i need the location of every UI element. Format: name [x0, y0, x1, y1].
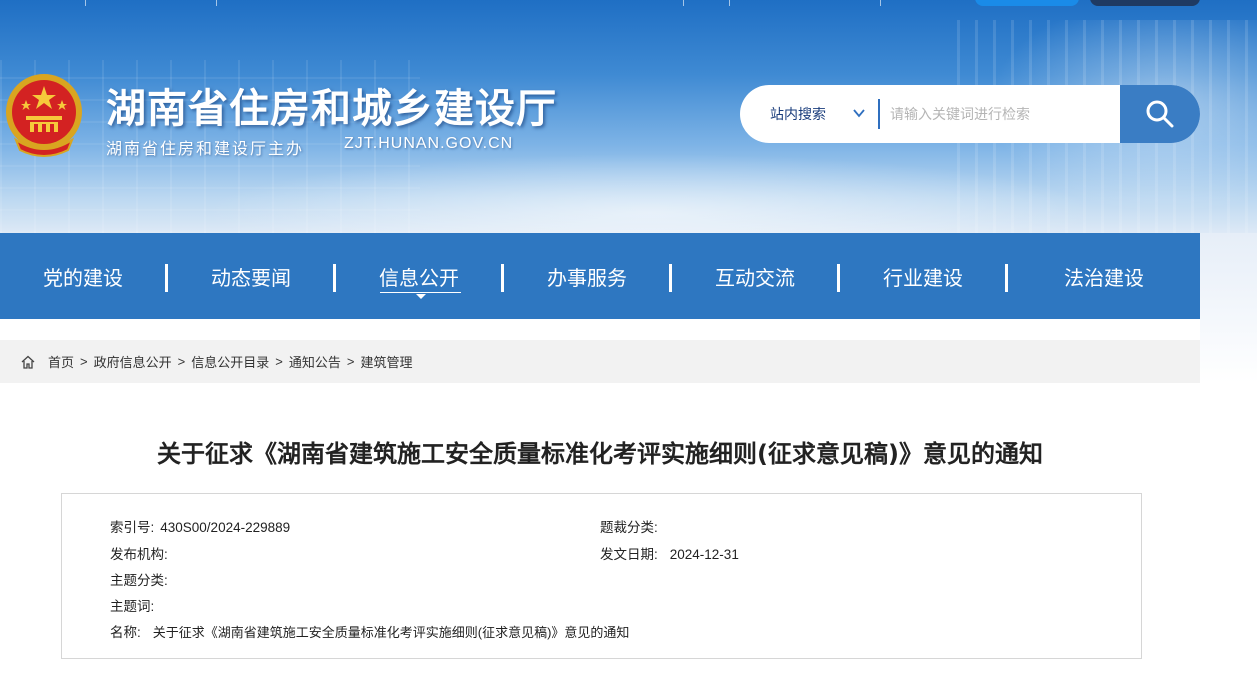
nav-item-services[interactable]: 办事服务: [504, 233, 670, 319]
meta-name: 名称: 关于征求《湖南省建筑施工安全质量标准化考评实施细则(征求意见稿)》意见的通…: [110, 621, 629, 641]
nav-item-industry[interactable]: 行业建设: [840, 233, 1006, 319]
nav-item-info-disclosure[interactable]: 信息公开: [336, 233, 502, 319]
chevron-down-icon: [853, 109, 865, 118]
nav-item-label: 动态要闻: [211, 265, 291, 290]
right-fade: [1200, 233, 1257, 383]
meta-subject-class: 主题分类:: [110, 569, 174, 589]
search-scope-label: 站内搜索: [770, 106, 826, 122]
meta-index-label: 索引号:: [110, 520, 155, 535]
meta-date: 发文日期: 2024-12-31: [600, 543, 739, 563]
nav-item-label: 党的建设: [43, 265, 123, 290]
meta-topic-class-label: 题裁分类:: [600, 520, 658, 535]
breadcrumb-home[interactable]: 首页: [48, 352, 74, 371]
nav-item-party-building[interactable]: 党的建设: [0, 233, 166, 319]
breadcrumb-separator: >: [346, 354, 355, 369]
nav-item-label: 信息公开: [379, 265, 459, 290]
breadcrumb-notices[interactable]: 通知公告: [289, 352, 341, 371]
main-nav: 党的建设 动态要闻 信息公开 办事服务 互动交流 行业建设 法治建设: [0, 233, 1200, 319]
nav-active-indicator: [416, 294, 426, 299]
article-title: 关于征求《湖南省建筑施工安全质量标准化考评实施细则(征求意见稿)》意见的通知: [157, 440, 1043, 468]
nav-active-underline: [380, 292, 461, 293]
site-domain: ZJT.HUNAN.GOV.CN: [344, 135, 514, 152]
top-bar-button-1[interactable]: [975, 0, 1079, 6]
nav-item-news[interactable]: 动态要闻: [168, 233, 334, 319]
breadcrumb: 首页 > 政府信息公开 > 信息公开目录 > 通知公告 > 建筑管理: [0, 340, 1200, 383]
breadcrumb-gov-info[interactable]: 政府信息公开: [94, 352, 172, 371]
nav-item-label: 互动交流: [715, 265, 795, 290]
search-input[interactable]: [890, 85, 1118, 143]
top-bar-button-2[interactable]: [1090, 0, 1200, 6]
nav-item-label: 法治建设: [1064, 265, 1144, 290]
site-title[interactable]: 湖南省住房和城乡建设厅: [106, 76, 557, 134]
meta-name-label: 名称:: [110, 625, 141, 640]
meta-name-value: 关于征求《湖南省建筑施工安全质量标准化考评实施细则(征求意见稿)》意见的通知: [152, 625, 630, 640]
meta-index: 索引号: 430S00/2024-229889: [110, 516, 290, 536]
meta-subject-words-label: 主题词:: [110, 599, 155, 614]
header-banner: 湖南省住房和城乡建设厅 湖南省住房和建设厅主办 ZJT.HUNAN.GOV.CN…: [0, 0, 1257, 233]
search-scope-dropdown[interactable]: 站内搜索: [740, 85, 878, 143]
meta-date-value: 2024-12-31: [669, 547, 739, 562]
nav-item-rule-of-law[interactable]: 法治建设: [1008, 233, 1200, 319]
banner-glow: [200, 153, 1100, 233]
meta-date-label: 发文日期:: [600, 547, 658, 562]
site-subtitle: 湖南省住房和建设厅主办: [106, 141, 305, 158]
breadcrumb-separator: >: [80, 354, 88, 369]
search-button[interactable]: [1120, 85, 1200, 143]
search-icon: [1146, 100, 1174, 128]
meta-publisher-label: 发布机构:: [110, 547, 168, 562]
breadcrumb-separator: >: [177, 354, 186, 369]
nav-item-interaction[interactable]: 互动交流: [672, 233, 838, 319]
meta-index-value: 430S00/2024-229889: [160, 520, 291, 535]
national-emblem-icon: [6, 74, 82, 157]
search-divider: [878, 99, 880, 129]
article-meta-box: 索引号: 430S00/2024-229889 题裁分类: 发布机构: 发文日期:…: [61, 493, 1142, 659]
nav-item-label: 行业建设: [883, 265, 963, 290]
breadcrumb-separator: >: [275, 354, 283, 369]
breadcrumb-construction-mgmt[interactable]: 建筑管理: [360, 352, 412, 371]
breadcrumb-info-catalog[interactable]: 信息公开目录: [191, 352, 269, 371]
meta-subject-words: 主题词:: [110, 595, 160, 615]
meta-publisher: 发布机构:: [110, 543, 174, 563]
nav-item-label: 办事服务: [547, 265, 627, 290]
meta-topic-class: 题裁分类:: [600, 516, 664, 536]
home-icon: [21, 355, 35, 369]
meta-subject-class-label: 主题分类:: [110, 573, 168, 588]
search-bar: 站内搜索: [740, 85, 1200, 143]
